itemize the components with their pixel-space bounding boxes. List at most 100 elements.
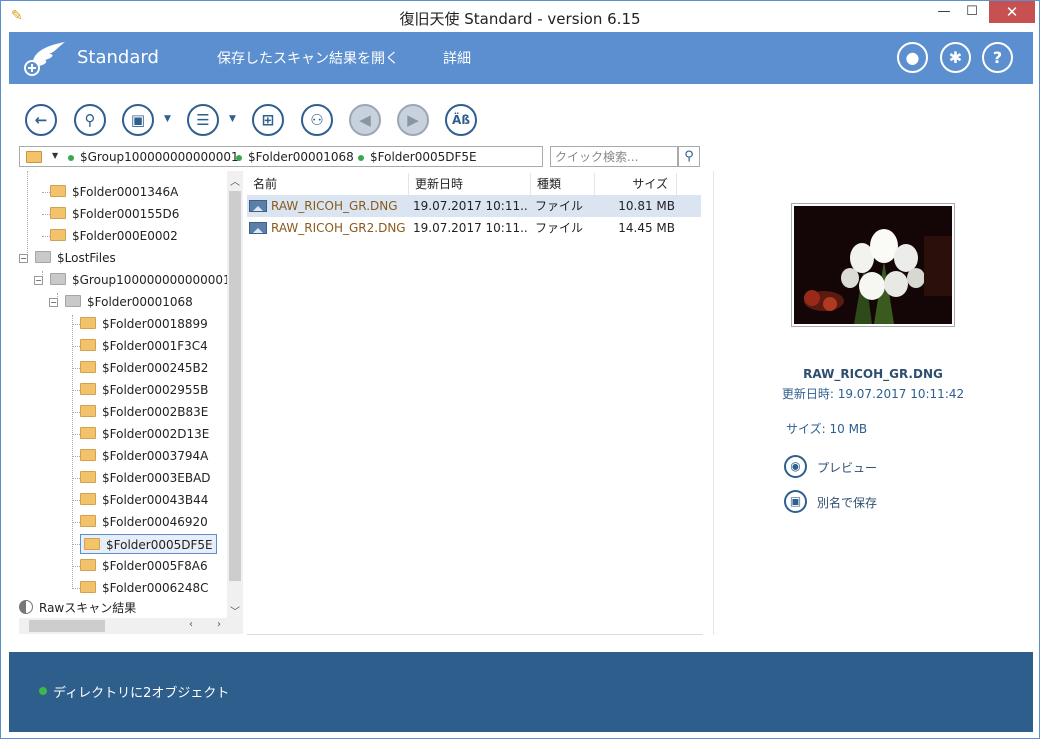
- tree-expander-icon[interactable]: −: [19, 254, 28, 263]
- tree-item[interactable]: $Folder00043B44: [80, 490, 208, 510]
- tree-vertical-scrollbar[interactable]: ︿ ﹀: [227, 171, 243, 619]
- pane-splitter[interactable]: [713, 171, 714, 635]
- text-case-icon: Äß: [452, 113, 470, 127]
- column-modified[interactable]: 更新日時: [409, 173, 531, 195]
- tree-item[interactable]: $Folder0003EBAD: [80, 468, 211, 488]
- tree-item-label: $Folder0002B83E: [102, 405, 209, 419]
- help-icon: ?: [992, 48, 1003, 67]
- tree-item[interactable]: $Folder00018899: [80, 314, 208, 334]
- scroll-right-icon[interactable]: ›: [217, 619, 221, 630]
- view-grid-button[interactable]: ⊞: [252, 104, 284, 136]
- tree-item[interactable]: $Folder0001F3C4: [80, 336, 208, 356]
- tree-item[interactable]: $Folder0002B83E: [80, 402, 208, 422]
- tree-item[interactable]: $Folder0001346A: [50, 182, 178, 202]
- save-as-icon[interactable]: ▣: [784, 490, 807, 513]
- file-row[interactable]: RAW_RICOH_GR.DNG 19.07.2017 10:11... ファイ…: [247, 195, 701, 217]
- tree-expander-icon[interactable]: −: [34, 276, 43, 285]
- preview-image: [794, 206, 952, 324]
- scroll-up-icon[interactable]: ︿: [230, 173, 240, 188]
- eye-icon[interactable]: ◉: [784, 455, 807, 478]
- user-button[interactable]: ●: [897, 42, 928, 73]
- quick-search-input[interactable]: [550, 146, 678, 167]
- save-button[interactable]: ▣: [122, 104, 154, 136]
- close-button[interactable]: ✕: [989, 1, 1035, 23]
- save-as-link[interactable]: 別名で保存: [817, 494, 877, 511]
- text-case-button[interactable]: Äß: [445, 104, 477, 136]
- tree-item-label: $Folder00018899: [102, 317, 208, 331]
- checklist-dropdown-caret[interactable]: ▼: [229, 114, 236, 124]
- brand-name: Standard: [77, 47, 159, 68]
- status-text: ディレクトリに2オブジェクト: [53, 686, 230, 701]
- breadcrumb-dot-icon: [236, 154, 242, 161]
- find-button[interactable]: ⚇: [301, 104, 333, 136]
- folder-icon: [80, 361, 96, 373]
- image-file-icon: [249, 222, 267, 234]
- folder-icon: [80, 339, 96, 351]
- tree-item-label: $Folder0003794A: [102, 449, 209, 463]
- status-indicator-icon: [39, 687, 47, 695]
- breadcrumb-folder[interactable]: $Folder00001068: [236, 150, 354, 164]
- search-submit-button[interactable]: ⚲: [678, 146, 700, 167]
- tree-item[interactable]: $Folder0002D13E: [80, 424, 209, 444]
- tree-horizontal-scrollbar[interactable]: ‹ ›: [19, 618, 243, 634]
- tree-item[interactable]: $Folder0002955B: [80, 380, 208, 400]
- folder-icon: [80, 317, 96, 329]
- file-type: ファイル: [535, 221, 584, 235]
- previous-icon: ◀: [359, 111, 371, 129]
- tree-item-label: $Folder000E0002: [72, 229, 178, 243]
- column-name[interactable]: 名前: [247, 173, 409, 195]
- gear-icon: ✱: [948, 48, 963, 67]
- folder-tree: ┄ $Folder0001?A? $Folder0001346A $Folder0…: [19, 171, 243, 619]
- view-grid-icon: ⊞: [261, 111, 275, 129]
- column-size[interactable]: サイズ: [595, 173, 677, 195]
- path-dropdown-caret[interactable]: ▼: [52, 151, 58, 160]
- open-saved-scan-menu[interactable]: 保存したスキャン結果を開く: [217, 48, 399, 68]
- tree-item[interactable]: $Folder0006248C: [80, 578, 209, 598]
- tree-item-label: $Folder00046920: [102, 515, 208, 529]
- save-dropdown-caret[interactable]: ▼: [164, 114, 171, 124]
- tree-item[interactable]: $Folder0005F8A6: [80, 556, 208, 576]
- maximize-button[interactable]: ☐: [959, 1, 985, 23]
- tree-item[interactable]: $Folder00001068: [65, 292, 193, 312]
- scroll-down-icon[interactable]: ﹀: [230, 603, 240, 618]
- back-button[interactable]: ←: [25, 104, 57, 136]
- tree-item-selected[interactable]: $Folder0005DF5E: [80, 534, 217, 554]
- help-button[interactable]: ?: [982, 42, 1013, 73]
- file-row[interactable]: RAW_RICOH_GR2.DNG 19.07.2017 10:11... ファ…: [247, 217, 701, 239]
- tree-expander-icon[interactable]: −: [49, 298, 58, 307]
- tree-scroll-thumb[interactable]: [229, 191, 241, 581]
- tree-item[interactable]: $Folder00046920: [80, 512, 208, 532]
- app-header: Standard 保存したスキャン結果を開く 詳細 ● ✱ ?: [9, 32, 1033, 84]
- column-type[interactable]: 種類: [531, 173, 595, 195]
- minimize-button[interactable]: —: [931, 1, 957, 23]
- preview-link[interactable]: プレビュー: [817, 459, 877, 476]
- tree-item-clipped: ┄ $Folder0001?A?: [23, 171, 112, 173]
- tree-item[interactable]: $Group100000000000001: [50, 270, 231, 290]
- file-size: 10.81 MB: [618, 199, 675, 213]
- raw-scan-results-item[interactable]: Rawスキャン結果: [19, 598, 136, 618]
- details-menu[interactable]: 詳細: [443, 48, 471, 68]
- tree-item[interactable]: $Folder000155D6: [50, 204, 179, 224]
- search-button[interactable]: ⚲: [74, 104, 106, 136]
- tree-item[interactable]: $Folder000245B2: [80, 358, 208, 378]
- tree-item[interactable]: $Folder000E0002: [50, 226, 178, 246]
- folder-icon: [50, 229, 66, 241]
- file-size: 14.45 MB: [618, 221, 675, 235]
- preview-modified: 更新日時: 19.07.2017 10:11:42: [781, 387, 965, 401]
- path-bar[interactable]: ▼ $Group100000000000001 $Folder00001068 …: [19, 146, 543, 167]
- previous-button[interactable]: ◀: [349, 104, 381, 136]
- scroll-left-icon[interactable]: ‹: [189, 619, 193, 630]
- checklist-button[interactable]: ☰: [187, 104, 219, 136]
- folder-icon: [80, 559, 96, 571]
- settings-button[interactable]: ✱: [940, 42, 971, 73]
- tree-item-label: $Folder00001068: [87, 295, 193, 309]
- next-button[interactable]: ▶: [397, 104, 429, 136]
- folder-icon: [80, 581, 96, 593]
- breadcrumb-group[interactable]: $Group100000000000001: [68, 150, 239, 164]
- folder-icon: [84, 538, 100, 550]
- tree-hscroll-thumb[interactable]: [29, 620, 105, 632]
- breadcrumb-current[interactable]: $Folder0005DF5E: [358, 150, 477, 164]
- tree-item[interactable]: $LostFiles: [35, 248, 116, 268]
- tree-item[interactable]: $Folder0003794A: [80, 446, 208, 466]
- back-icon: ←: [34, 111, 48, 129]
